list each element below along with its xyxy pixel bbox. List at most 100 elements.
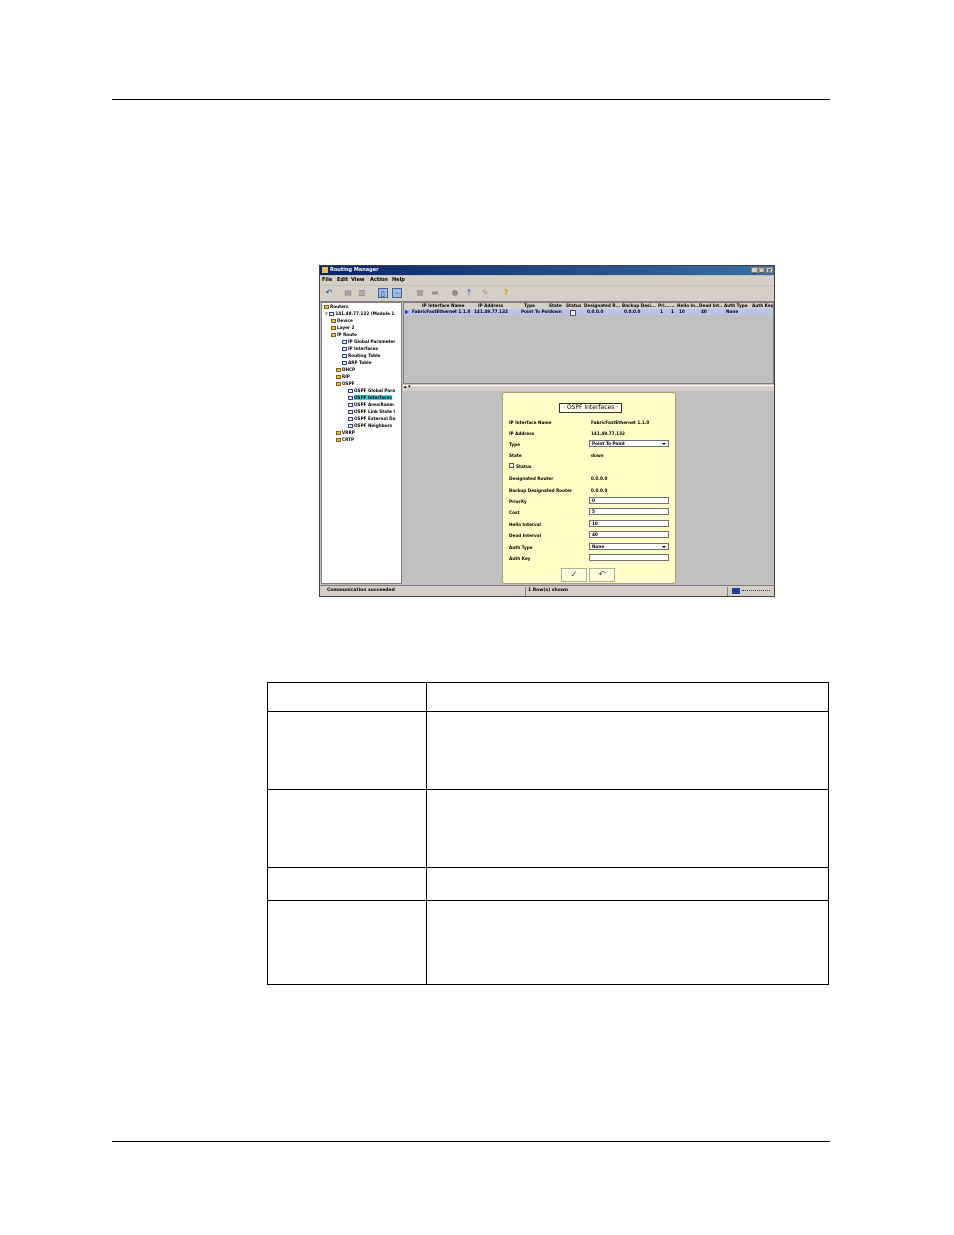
tree-node-ip-interfaces[interactable]: IP Interfaces xyxy=(342,346,378,352)
minimize-button[interactable]: _ xyxy=(751,267,758,274)
row-pointer-icon xyxy=(405,310,409,314)
paste-icon[interactable]: ▥ xyxy=(357,288,367,298)
cell-dead: 40 xyxy=(701,309,707,314)
document-icon xyxy=(348,402,353,407)
tree-node-ospf-external[interactable]: OSPF External Da xyxy=(348,416,395,422)
tree-node-ospf-link-state[interactable]: OSPF Link State I xyxy=(348,409,395,415)
tree-node-arp-table[interactable]: ARP Table xyxy=(342,360,371,366)
ospf-interfaces-dialog: · OSPF Interfaces · IP Interface Name Fa… xyxy=(502,392,676,584)
table-rule xyxy=(268,867,828,868)
priority-input[interactable]: 0 xyxy=(589,497,669,504)
maximize-button[interactable]: □ xyxy=(758,267,765,274)
tree-node-routing-table[interactable]: Routing Table xyxy=(342,353,380,359)
cell-bdr: 0.0.0.0 xyxy=(624,309,641,314)
label-type: Type xyxy=(509,442,520,447)
chevron-down-icon xyxy=(662,443,666,445)
graph-icon[interactable]: ~ xyxy=(392,288,402,298)
menu-view[interactable]: View xyxy=(351,277,365,283)
label-hello-interval: Hello Interval xyxy=(509,522,541,527)
tree-node-dhcp[interactable]: DHCP xyxy=(336,367,355,373)
folder-icon xyxy=(336,367,341,372)
label-ip-address: IP Address xyxy=(509,431,535,436)
tree-node-ip-route[interactable]: IP Route xyxy=(331,332,357,338)
cell-type: Point To Point xyxy=(521,309,549,314)
cell-if-name: FabricFastEthernet 1.1.0 xyxy=(412,309,471,314)
status-message: Communication succeeded xyxy=(327,588,395,593)
label-priority: Priority xyxy=(509,499,527,504)
menu-action[interactable]: Action xyxy=(370,277,388,283)
label-cost: Cost xyxy=(509,510,520,515)
cell-auth-type: None xyxy=(726,309,739,314)
tree-node-ospf-neighbors[interactable]: OSPF Neighbors xyxy=(348,423,392,429)
help-icon[interactable]: ? xyxy=(501,288,511,298)
tree-node-rip[interactable]: RIP xyxy=(336,374,350,380)
document-icon xyxy=(342,346,347,351)
row-count: 1 Row(s) shown xyxy=(528,588,569,593)
header-rule xyxy=(112,99,830,100)
table-rule xyxy=(268,900,828,901)
checkmark-icon: ✓ xyxy=(570,570,578,580)
auth-type-select[interactable]: None xyxy=(589,543,669,550)
undo-icon[interactable]: ↶ xyxy=(324,288,334,298)
cell-status-checkbox[interactable] xyxy=(570,310,576,316)
upload-icon[interactable]: ⤒ xyxy=(464,288,474,298)
menu-file[interactable]: File xyxy=(322,277,332,283)
menu-bar: File Edit View Action Help xyxy=(320,276,774,285)
grid-icon[interactable]: ▦ xyxy=(415,288,425,298)
routing-manager-window: Routing Manager _ □ × File Edit View Act… xyxy=(319,265,775,597)
footer-rule xyxy=(112,1141,830,1142)
label-auth-type: Auth Type xyxy=(509,545,533,550)
menu-help[interactable]: Help xyxy=(392,277,405,283)
auth-key-input[interactable] xyxy=(589,554,669,561)
chevron-down-icon xyxy=(662,546,666,548)
document-icon xyxy=(342,353,347,358)
tool-icon[interactable]: ✎ xyxy=(480,288,490,298)
label-auth-key: Auth Key xyxy=(509,556,531,561)
folder-icon xyxy=(331,318,336,323)
title-bar: Routing Manager _ □ × xyxy=(320,266,774,275)
tree-node-layer2[interactable]: Layer 2 xyxy=(331,325,354,331)
tree-node-ospf-interfaces[interactable]: OSPF Interfaces xyxy=(348,395,392,401)
table-icon[interactable]: ▬ xyxy=(430,288,440,298)
apply-button[interactable]: ✓ xyxy=(561,568,587,582)
type-select[interactable]: Point To Point xyxy=(589,440,669,447)
tree-node-ospf[interactable]: OSPF xyxy=(336,381,355,387)
cell-hello: 10 xyxy=(679,309,685,314)
details-icon[interactable]: ▯ xyxy=(378,288,388,298)
cell-priority: 1 xyxy=(660,309,663,314)
tree-node-vrrp[interactable]: VRRP xyxy=(336,430,355,436)
document-icon xyxy=(348,416,353,421)
label-designated-router: Designated Router xyxy=(509,476,554,481)
table-rule xyxy=(268,711,828,712)
interfaces-table: IP Interface Name IP Address Type State … xyxy=(403,302,774,384)
value-state: down xyxy=(591,453,604,458)
tree-node-ip-global[interactable]: IP Global Parameter xyxy=(342,339,395,345)
document-icon xyxy=(348,395,353,400)
hello-interval-input[interactable]: 10 xyxy=(589,520,669,527)
cell-ip: 141.49.77.132 xyxy=(474,309,508,314)
circle-icon[interactable]: ● xyxy=(450,288,460,298)
cell-state: down xyxy=(549,309,562,314)
tree-node-crtp[interactable]: CRTP xyxy=(336,437,354,443)
close-button[interactable]: × xyxy=(766,267,773,274)
table-row[interactable]: FabricFastEthernet 1.1.0 141.49.77.132 P… xyxy=(404,309,773,316)
document-icon xyxy=(348,409,353,414)
label-if-name: IP Interface Name xyxy=(509,420,552,425)
label-backup-designated-router: Backup Designated Router xyxy=(509,488,573,493)
folder-icon xyxy=(336,381,341,386)
value-designated-router: 0.0.0.0 xyxy=(591,476,608,481)
tree-node-device[interactable]: Device xyxy=(331,318,353,324)
tree-node-routers[interactable]: Routers xyxy=(324,304,348,310)
tree-node-ospf-area[interactable]: OSPF Area/Ranm xyxy=(348,402,394,408)
tree-node-router[interactable]: ⚲ 141.49.77.132 (Module 1 xyxy=(325,311,394,317)
tree-node-ospf-global[interactable]: OSPF Global Para xyxy=(348,388,395,394)
router-icon xyxy=(329,311,335,316)
copy-icon[interactable]: ▤ xyxy=(343,288,353,298)
revert-button[interactable]: ↶ xyxy=(589,568,615,582)
menu-edit[interactable]: Edit xyxy=(337,277,348,283)
status-checkbox[interactable] xyxy=(509,463,514,468)
cost-input[interactable]: 5 xyxy=(589,508,669,515)
folder-icon xyxy=(331,325,336,330)
dead-interval-input[interactable]: 40 xyxy=(589,531,669,538)
folder-icon xyxy=(324,304,329,309)
